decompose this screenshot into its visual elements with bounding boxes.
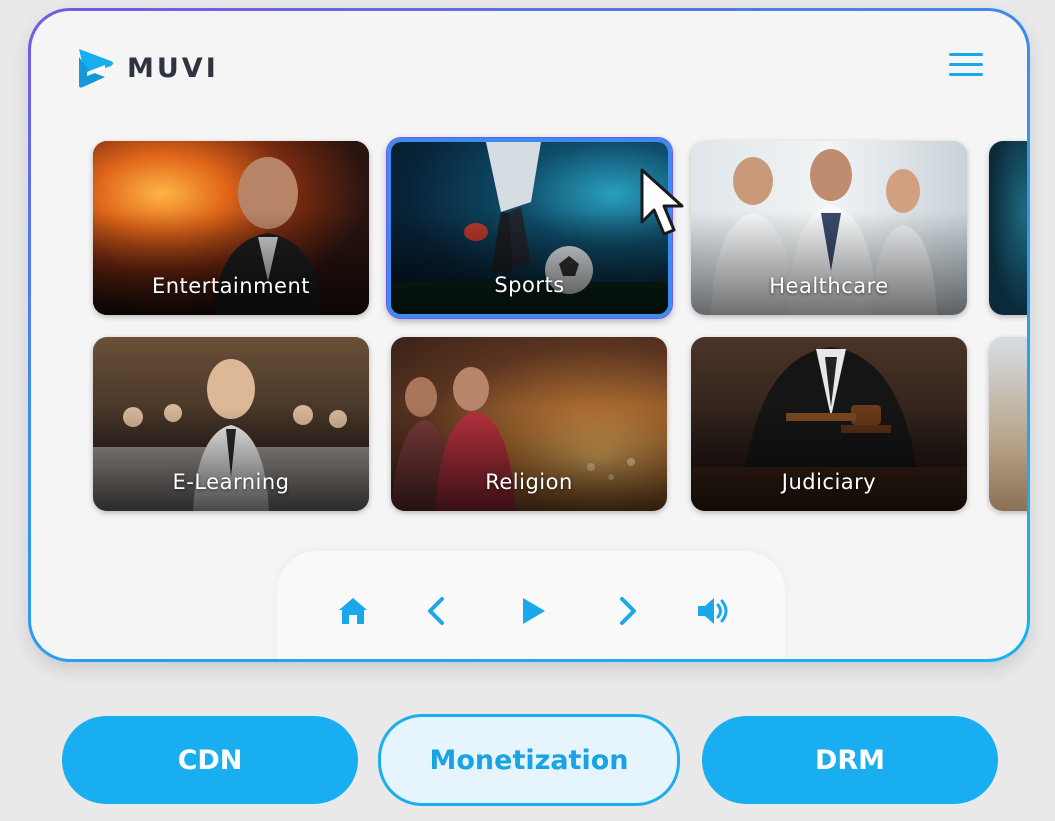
- remote-control-bar: [277, 551, 785, 659]
- category-tile-sports[interactable]: Sports: [387, 138, 672, 318]
- category-tile-partial[interactable]: [989, 337, 1027, 511]
- muvi-logo-icon: [79, 49, 113, 88]
- brand-name: MUVI: [127, 52, 219, 84]
- volume-icon[interactable]: [693, 591, 733, 631]
- category-label: Sports: [494, 273, 565, 297]
- category-label: E-Learning: [172, 470, 290, 494]
- category-tile-elearning[interactable]: E-Learning: [93, 337, 369, 511]
- category-label: Entertainment: [151, 274, 311, 298]
- category-tile-partial[interactable]: [989, 141, 1027, 315]
- cdn-button[interactable]: CDN: [62, 716, 358, 804]
- drm-button[interactable]: DRM: [702, 716, 998, 804]
- brand-logo[interactable]: MUVI: [75, 45, 219, 91]
- mouse-pointer-icon: [640, 168, 684, 236]
- home-icon[interactable]: [333, 591, 373, 631]
- category-tile-judiciary[interactable]: Judiciary: [691, 337, 967, 511]
- category-label: Healthcare: [769, 274, 889, 298]
- category-tile-religion[interactable]: Religion: [391, 337, 667, 511]
- play-icon[interactable]: [513, 591, 553, 631]
- tv-app-frame: MUVI Entertainment Sports Healthcare E-L…: [28, 8, 1030, 662]
- chevron-left-icon[interactable]: [417, 591, 457, 631]
- category-label: Judiciary: [781, 470, 877, 494]
- category-tile-healthcare[interactable]: Healthcare: [691, 141, 967, 315]
- chevron-right-icon[interactable]: [607, 591, 647, 631]
- category-tile-entertainment[interactable]: Entertainment: [93, 141, 369, 315]
- category-label: Religion: [485, 470, 573, 494]
- hamburger-menu-icon[interactable]: [949, 53, 983, 79]
- monetization-button[interactable]: Monetization: [378, 714, 680, 806]
